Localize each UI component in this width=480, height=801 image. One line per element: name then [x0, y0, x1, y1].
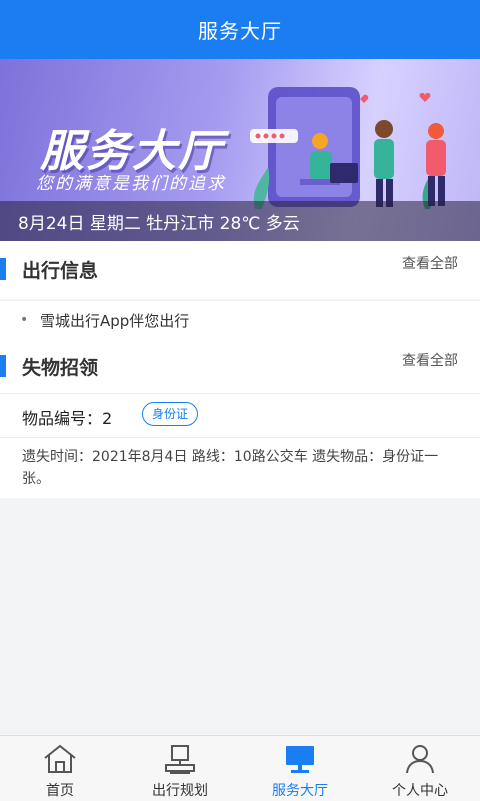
travel-info-item[interactable]: • 雪城出行App伴您出行: [0, 300, 480, 339]
lost-found-header: 失物招领 查看全部: [0, 338, 480, 393]
tab-travel-plan-label: 出行规划: [152, 783, 208, 799]
bullet-icon: •: [20, 312, 29, 328]
section-accent-bar: [0, 355, 6, 377]
bus-stop-icon: [165, 745, 195, 774]
service-banner[interactable]: 服务大厅 您的满意是我们的追求 8月24日 星期二 牡丹江市 28℃ 多云: [0, 59, 480, 241]
tab-travel-plan[interactable]: 出行规划: [120, 736, 240, 801]
lost-item-number: 物品编号：2: [22, 409, 113, 428]
monitor-icon: [286, 746, 314, 773]
tab-service-hall-label: 服务大厅: [272, 783, 328, 799]
section-accent-bar: [0, 258, 6, 280]
travel-view-all-link[interactable]: 查看全部: [402, 253, 458, 273]
tab-personal-center-label: 个人中心: [392, 783, 448, 799]
lost-found-view-all-link[interactable]: 查看全部: [402, 350, 458, 370]
lost-found-title: 失物招领: [22, 357, 99, 379]
weather-date-text: 8月24日 星期二 牡丹江市 28℃ 多云: [18, 213, 300, 234]
tab-personal-center[interactable]: 个人中心: [360, 736, 480, 801]
travel-info-item-text: 雪城出行App伴您出行: [40, 312, 190, 330]
header-title: 服务大厅: [198, 19, 282, 43]
tab-home[interactable]: 首页: [0, 736, 120, 801]
user-icon: [406, 745, 434, 774]
bottom-tab-bar: 首页 出行规划 服务大厅 个人中心: [0, 735, 480, 801]
home-icon: [44, 744, 76, 773]
lost-item-type-badge: 身份证: [142, 402, 199, 426]
weather-date-info: 8月24日 星期二 牡丹江市 28℃ 多云: [0, 201, 480, 241]
tab-home-label: 首页: [46, 783, 74, 799]
travel-info-header: 出行信息 查看全部: [0, 241, 480, 299]
lost-item-description: 遗失时间：2021年8月4日 路线：10路公交车 遗失物品：身份证一张。: [22, 449, 439, 487]
lost-item-card-header[interactable]: 物品编号：2 身份证: [0, 393, 480, 438]
lost-item-card-body[interactable]: 遗失时间：2021年8月4日 路线：10路公交车 遗失物品：身份证一张。: [0, 437, 480, 498]
travel-info-title: 出行信息: [22, 260, 99, 282]
banner-slogan: 您的满意是我们的追求: [36, 174, 226, 194]
tab-service-hall[interactable]: 服务大厅: [240, 736, 360, 801]
app-header: 服务大厅: [0, 0, 480, 59]
